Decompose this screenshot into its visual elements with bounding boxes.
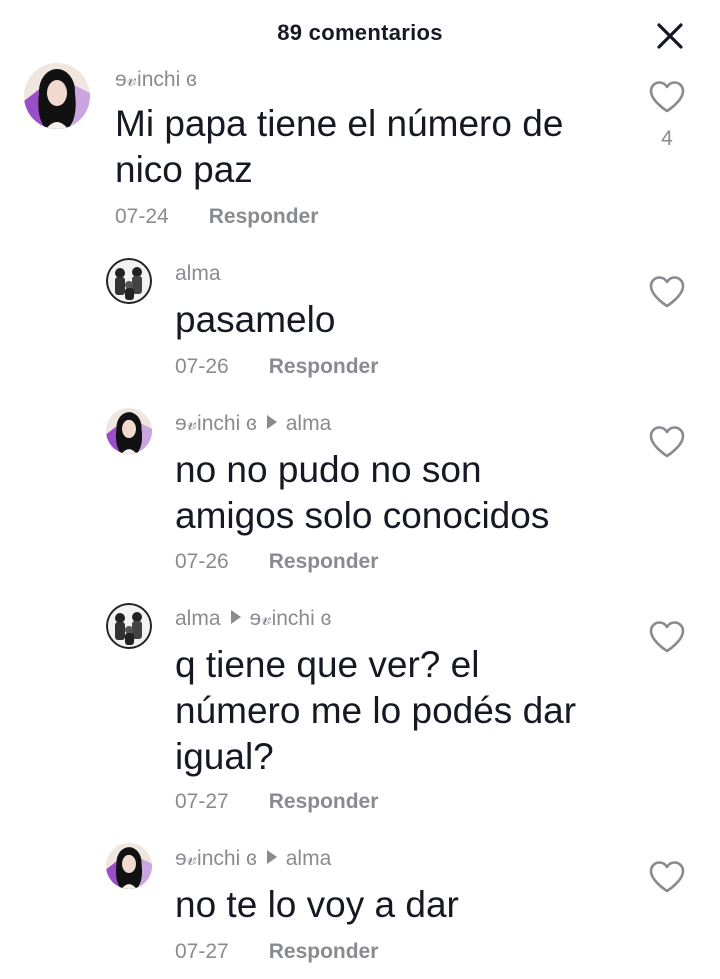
username-text: alma [175, 262, 221, 285]
girl-avatar-icon [106, 408, 152, 454]
comment-text-line: nico paz [115, 149, 253, 190]
comment-text: q tiene que ver? el número me lo podés d… [175, 642, 576, 780]
reply-to-username: alma [285, 412, 332, 435]
comment-date: 07-24 [115, 205, 169, 228]
comment-text-line: q tiene que ver? el [175, 644, 480, 685]
comment-username[interactable]: ɘ𝓋inchi ɞ [115, 68, 197, 92]
comment-text: no te lo voy a dar [175, 882, 459, 928]
comment-text-line: no te lo voy a dar [175, 884, 459, 925]
comment-text-line: Mi papa tiene el número de [115, 103, 564, 144]
comment-username[interactable]: alma [175, 262, 221, 286]
comment-meta: 07-24 Responder [115, 205, 318, 229]
reply-button[interactable]: Responder [209, 205, 319, 228]
avatar[interactable] [106, 843, 152, 889]
comment-text: no no pudo no son amigos solo conocidos [175, 447, 549, 539]
username-text: alma [175, 607, 221, 630]
girl-avatar-icon [24, 63, 90, 129]
comment-text: pasamelo [175, 297, 335, 343]
reply-arrow-icon [266, 415, 277, 429]
avatar[interactable] [106, 408, 152, 454]
heart-outline-icon [649, 426, 685, 458]
comment-meta: 07-26 Responder [175, 355, 378, 379]
avatar[interactable] [24, 63, 90, 129]
reply-button[interactable]: Responder [269, 790, 379, 813]
like-button[interactable] [648, 275, 686, 309]
comment-username[interactable]: ɘ𝓋inchi ɞ alma [175, 847, 331, 871]
girl-avatar-icon [106, 843, 152, 889]
comment-date: 07-26 [175, 550, 229, 573]
group-photo-avatar-icon [106, 258, 152, 304]
username-text: ɘ𝓋inchi ɞ [115, 68, 197, 91]
like-button[interactable] [648, 425, 686, 459]
heart-outline-icon [649, 276, 685, 308]
comment-date: 07-26 [175, 355, 229, 378]
group-photo-avatar-icon [106, 603, 152, 649]
reply-arrow-icon [266, 850, 277, 864]
reply-button[interactable]: Responder [269, 940, 379, 963]
heart-outline-icon [649, 81, 685, 113]
username-text: ɘ𝓋inchi ɞ [175, 847, 257, 870]
reply-button[interactable]: Responder [269, 550, 379, 573]
comment-meta: 07-26 Responder [175, 550, 378, 574]
comment-username[interactable]: ɘ𝓋inchi ɞ alma [175, 412, 331, 436]
comment-text-line: amigos solo conocidos [175, 495, 550, 536]
like-button[interactable] [648, 620, 686, 654]
close-icon [657, 23, 683, 49]
comment-date: 07-27 [175, 790, 229, 813]
comments-count-title: 89 comentarios [277, 20, 443, 45]
avatar[interactable] [106, 603, 152, 649]
reply-to-username: ɘ𝓋inchi ɞ [249, 607, 332, 630]
like-count: 4 [661, 127, 673, 150]
heart-outline-icon [649, 621, 685, 653]
like-button[interactable] [648, 860, 686, 894]
comment-meta: 07-27 Responder [175, 940, 378, 964]
comment-text: Mi papa tiene el número de nico paz [115, 101, 563, 193]
comment-text-line: número me lo podés dar [175, 690, 577, 731]
comment-text-line: igual? [175, 736, 274, 777]
comment-date: 07-27 [175, 940, 229, 963]
reply-button[interactable]: Responder [269, 355, 379, 378]
comments-header: 89 comentarios [0, 0, 720, 66]
heart-outline-icon [649, 861, 685, 893]
username-text: ɘ𝓋inchi ɞ [175, 412, 257, 435]
avatar[interactable] [106, 258, 152, 304]
like-button[interactable] [648, 80, 686, 114]
close-button[interactable] [650, 16, 690, 56]
reply-arrow-icon [230, 610, 241, 624]
reply-to-username: alma [285, 847, 332, 870]
comment-text-line: no no pudo no son [175, 449, 482, 490]
comment-username[interactable]: alma ɘ𝓋inchi ɞ [175, 607, 331, 631]
comment-meta: 07-27 Responder [175, 790, 378, 814]
comment-text-line: pasamelo [175, 299, 336, 340]
